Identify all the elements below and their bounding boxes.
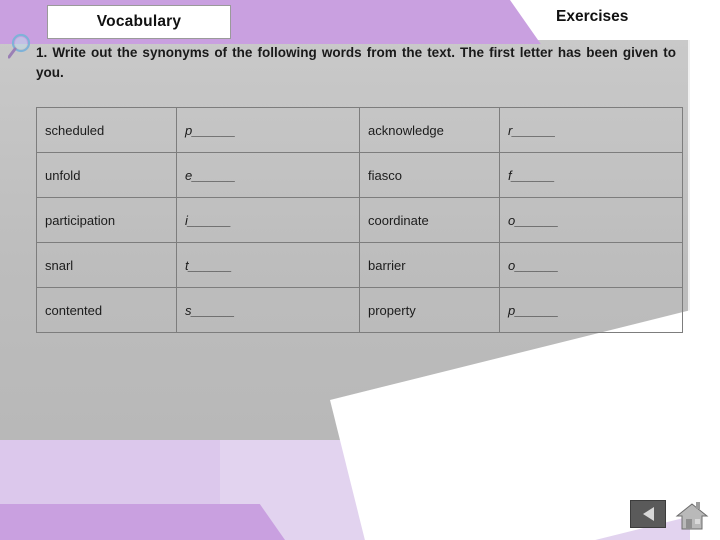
word-cell: contented — [36, 287, 177, 333]
vocabulary-table: scheduled p______ acknowledge r______ un… — [36, 107, 683, 333]
home-button[interactable] — [674, 500, 710, 532]
word-cell: unfold — [36, 152, 177, 198]
table-row: snarl t______ barrier o______ — [36, 242, 683, 288]
word-cell: property — [359, 287, 500, 333]
answer-cell: o______ — [499, 197, 683, 243]
slide: Vocabulary Exercises 1. Write out the sy… — [0, 0, 720, 540]
word-cell: fiasco — [359, 152, 500, 198]
instruction-text: 1. Write out the synonyms of the followi… — [36, 45, 676, 80]
table-row: scheduled p______ acknowledge r______ — [36, 107, 683, 153]
word-cell: scheduled — [36, 107, 177, 153]
word-cell: acknowledge — [359, 107, 500, 153]
vocabulary-title-box: Vocabulary — [47, 5, 231, 39]
exercises-title: Exercises — [556, 8, 629, 25]
answer-cell: i______ — [176, 197, 360, 243]
back-button[interactable] — [630, 500, 666, 528]
answer-cell: f______ — [499, 152, 683, 198]
answer-cell: o______ — [499, 242, 683, 288]
background-white-right-edge — [690, 0, 720, 540]
vocabulary-label: Vocabulary — [96, 13, 182, 30]
home-icon — [675, 502, 709, 530]
answer-cell: t______ — [176, 242, 360, 288]
back-arrow-icon — [642, 507, 654, 521]
word-cell: snarl — [36, 242, 177, 288]
word-cell: coordinate — [359, 197, 500, 243]
answer-cell: s______ — [176, 287, 360, 333]
table-row: participation i______ coordinate o______ — [36, 197, 683, 243]
answer-cell: p______ — [176, 107, 360, 153]
answer-cell: p______ — [499, 287, 683, 333]
answer-cell: e______ — [176, 152, 360, 198]
table-row: contented s______ property p______ — [36, 287, 683, 333]
word-cell: participation — [36, 197, 177, 243]
word-cell: barrier — [359, 242, 500, 288]
table-row: unfold e______ fiasco f______ — [36, 152, 683, 198]
answer-cell: r______ — [499, 107, 683, 153]
